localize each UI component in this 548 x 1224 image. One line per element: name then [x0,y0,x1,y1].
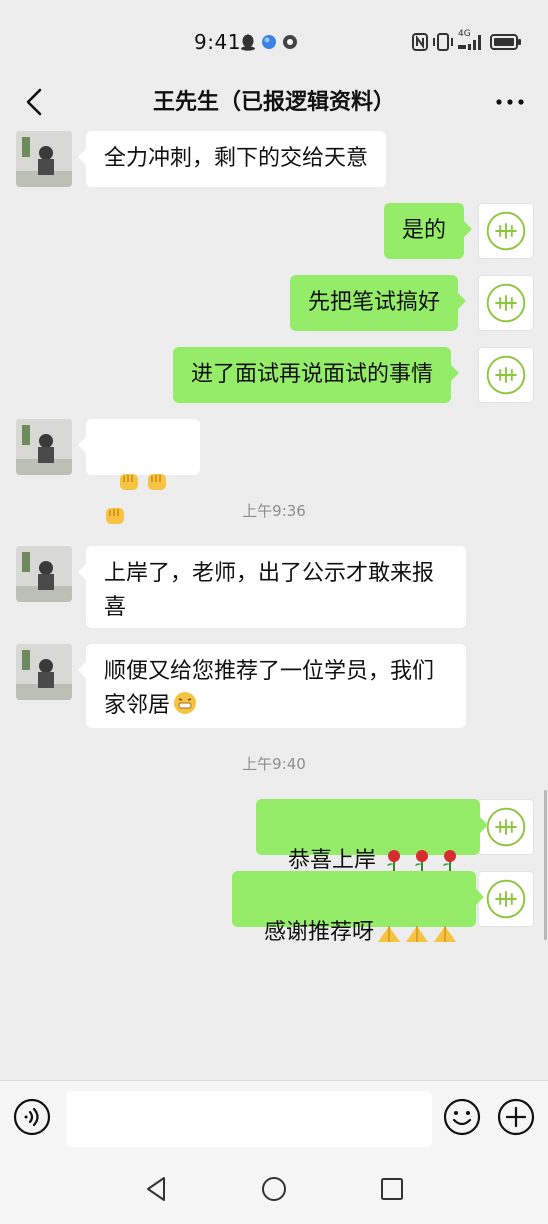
nfc-icon [412,33,428,51]
message-text: 顺便又给您推荐了一位学员，我们 家邻居 [104,659,435,718]
battery-icon [490,34,521,50]
status-bar: 9:41 4G [0,0,548,80]
back-triangle-icon[interactable] [140,1172,174,1206]
message-bubble[interactable]: 是的 [384,203,473,259]
vibrate-icon [433,33,453,51]
my-avatar-icon [486,879,526,919]
fist-emoji [120,474,138,490]
chat-title: 王先生（已报逻辑资料） [152,90,395,115]
input-bar [0,1080,548,1157]
pray-emoji [378,926,401,942]
my-avatar-icon [486,283,526,323]
system-nav-bar [0,1156,548,1224]
message-text: 恭喜上岸 [288,848,377,873]
message-bubble[interactable]: 上岸了，老师，出了公示才敢来报 喜 [78,546,466,628]
avatar[interactable] [16,131,72,187]
contact-avatar-icon [16,419,72,475]
pray-emoji [434,926,457,942]
emoji-icon[interactable] [442,1097,482,1137]
recents-square-icon[interactable] [375,1172,409,1206]
message-bubble[interactable]: 全力冲刺，剩下的交给天意 [77,131,387,187]
contact-avatar-icon [16,644,72,700]
avatar[interactable] [478,275,534,331]
message-input[interactable] [66,1091,432,1147]
home-circle-icon[interactable] [257,1172,291,1206]
signal-icon [458,35,481,50]
pray-emoji [406,926,429,942]
scrollbar[interactable] [544,790,547,940]
voice-icon[interactable] [12,1097,52,1137]
status-time: 9:41 [194,30,241,54]
avatar[interactable] [478,203,534,259]
grin-emoji [174,692,197,714]
timestamp: 上午9:40 [242,755,306,773]
message-bubble[interactable]: 进了面试再说面试的事情 [173,347,460,403]
zhihu-icon [283,35,297,49]
message-bubble[interactable]: 恭喜上岸 [256,799,489,873]
fist-emoji [148,474,166,490]
avatar[interactable] [478,347,534,403]
emoji-message-bubble[interactable] [78,419,200,524]
avatar[interactable] [478,871,534,927]
plus-icon[interactable] [496,1097,536,1137]
chat-header: 王先生（已报逻辑资料） [0,80,548,124]
avatar[interactable] [16,419,72,475]
qq-icon [241,34,255,51]
contact-avatar-icon [16,131,72,187]
my-avatar-icon [486,355,526,395]
message-bubble[interactable]: 先把笔试搞好 [290,275,467,331]
avatar[interactable] [16,546,72,602]
message-bubble[interactable]: 顺便又给您推荐了一位学员，我们 家邻居 [78,644,466,728]
avatar[interactable] [16,644,72,700]
browser-icon [262,35,276,49]
message-bubble[interactable]: 感谢推荐呀 [232,871,485,945]
contact-avatar-icon [16,546,72,602]
more-button[interactable] [490,82,530,122]
message-text: 感谢推荐呀 [264,920,375,945]
timestamp: 上午9:36 [242,502,306,520]
my-avatar-icon [486,211,526,251]
